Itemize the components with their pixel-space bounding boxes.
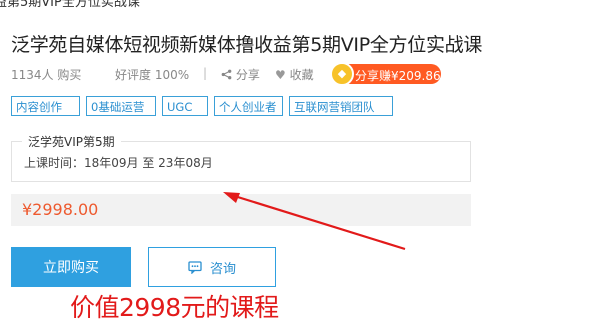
favorite-button[interactable]: ♥ 收藏 (275, 66, 314, 83)
chat-icon (188, 260, 202, 274)
tag-item[interactable]: 互联网营销团队 (289, 96, 393, 116)
tag-item[interactable]: UGC (162, 96, 208, 116)
coin-icon: ◆ (330, 62, 354, 86)
buy-now-button[interactable]: 立即购买 (11, 247, 131, 287)
schedule-box[interactable]: 泛学苑VIP第5期 上课时间：18年09月 至 23年08月 (11, 133, 471, 182)
favorite-label: 收藏 (289, 68, 314, 82)
share-button[interactable]: 分享 (221, 66, 260, 83)
divider: | (203, 66, 208, 80)
annotation-text: 价值2998元的课程 (70, 293, 279, 322)
share-label: 分享 (235, 68, 260, 82)
schedule-time: 上课时间：18年09月 至 23年08月 (24, 156, 213, 170)
heart-icon: ♥ (275, 68, 286, 82)
tag-item[interactable]: 内容创作 (11, 96, 80, 116)
course-title: 泛学苑自媒体短视频新媒体撸收益第5期VIP全方位实战课 (11, 34, 483, 56)
rating: 好评度 100% (115, 68, 190, 82)
share-earn-badge[interactable]: ◆ 分享赚¥209.86 (330, 62, 441, 86)
price-bar: ¥2998.00 (11, 194, 471, 226)
price: ¥2998.00 (22, 200, 99, 219)
consult-button[interactable]: 咨询 (148, 247, 276, 287)
tag-item[interactable]: 0基础运营 (86, 96, 156, 116)
tag-item[interactable]: 个人创业者 (214, 96, 283, 116)
share-earn-text: 分享赚¥209.86 (355, 69, 441, 83)
breadcrumb: 益第5期VIP全方位实战课 (0, 0, 140, 10)
schedule-title: 泛学苑VIP第5期 (22, 133, 121, 150)
share-icon (221, 69, 232, 80)
purchase-count: 1134人 购买 (11, 68, 82, 82)
consult-label: 咨询 (209, 261, 236, 277)
